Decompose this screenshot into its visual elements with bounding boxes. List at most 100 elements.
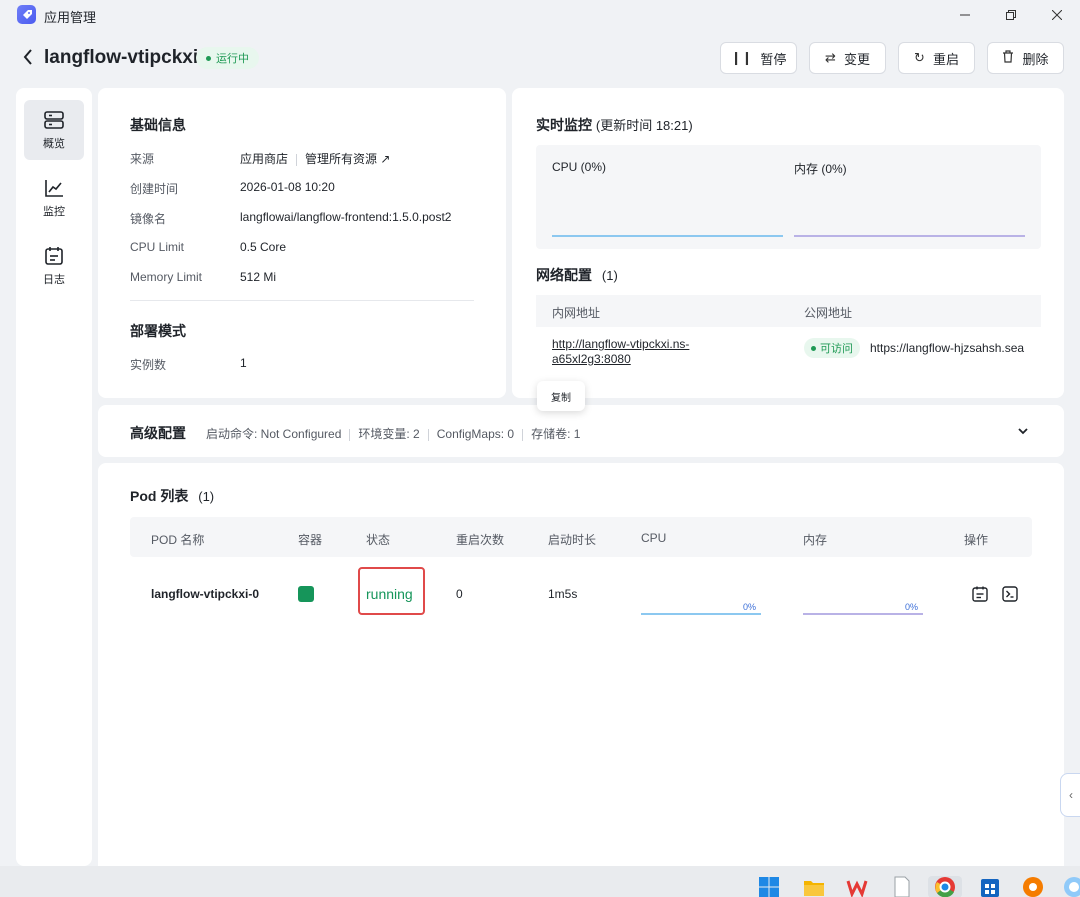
nav-item-monitor[interactable]: 监控	[24, 168, 84, 228]
restart-label: 重启	[932, 51, 959, 67]
source-label: 来源	[130, 152, 155, 166]
col-restarts: 重启次数	[456, 533, 505, 547]
monitor-chart-area	[536, 145, 1041, 249]
deploy-mode-title: 部署模式	[130, 323, 186, 339]
internal-url-link[interactable]: http://langflow-vtipckxi.ns-a65xl2g3:808…	[552, 337, 722, 367]
manage-resources-link[interactable]: 管理所有资源 ↗	[305, 152, 390, 166]
status-badge: 运行中	[196, 47, 259, 69]
left-nav: 概览 监控 日志	[16, 88, 92, 866]
store-icon[interactable]	[979, 876, 1001, 897]
pause-icon: ❙❙	[730, 50, 753, 65]
pod-terminal-icon[interactable]	[1001, 585, 1019, 603]
col-ops: 操作	[964, 533, 989, 547]
pod-logs-icon[interactable]	[971, 585, 989, 603]
nav-item-overview[interactable]: 概览	[24, 100, 84, 160]
access-text: 可访问	[820, 343, 853, 355]
mem-monitor-label: 内存 (0%)	[794, 162, 847, 176]
close-button[interactable]	[1047, 6, 1067, 24]
back-button[interactable]	[22, 48, 36, 68]
col-internal: 内网地址	[552, 306, 601, 320]
taskbar	[0, 866, 1080, 897]
col-mem: 内存	[803, 533, 828, 547]
memory-limit-value: 512 Mi	[240, 270, 277, 284]
divider	[427, 428, 429, 441]
pod-count: (1)	[198, 489, 215, 504]
minimize-button[interactable]	[955, 6, 975, 24]
cpu-monitor-line	[552, 235, 783, 237]
delete-button[interactable]: 删除	[987, 42, 1064, 74]
env-vars: 环境变量: 2	[358, 427, 420, 441]
nav-item-logs[interactable]: 日志	[24, 236, 84, 296]
image-label: 镜像名	[130, 212, 167, 226]
file-explorer-icon[interactable]	[803, 876, 825, 897]
trash-icon	[1002, 50, 1014, 66]
monitor-updated: (更新时间 18:21)	[595, 118, 693, 133]
cpu-limit-label: CPU Limit	[130, 240, 185, 254]
source-value: 应用商店 管理所有资源 ↗	[240, 150, 390, 167]
pod-restarts: 0	[456, 587, 463, 601]
network-count: (1)	[601, 268, 618, 283]
divider	[296, 153, 298, 166]
pod-uptime: 1m5s	[548, 587, 578, 601]
mem-monitor-line	[794, 235, 1025, 237]
volumes: 存储卷: 1	[531, 427, 581, 441]
status-dot	[206, 55, 211, 61]
pause-label: 暂停	[760, 51, 787, 67]
nav-label: 监控	[43, 206, 65, 218]
col-pod-name: POD 名称	[151, 533, 205, 547]
source-text: 应用商店	[240, 152, 289, 166]
pod-name: langflow-vtipckxi-0	[151, 587, 260, 601]
network-table-header	[536, 295, 1041, 327]
title-bar: 应用管理	[0, 0, 1080, 30]
change-label: 变更	[843, 51, 870, 67]
container-status-indicator[interactable]	[298, 586, 314, 602]
advanced-title: 高级配置	[130, 425, 186, 441]
side-panel-toggle[interactable]: ‹	[1060, 773, 1080, 817]
image-value: langflowai/langflow-frontend:1.5.0.post2	[240, 210, 452, 224]
rocket-icon	[17, 5, 36, 24]
restart-icon: ↻	[914, 50, 925, 65]
chevron-down-icon[interactable]	[1017, 425, 1029, 439]
divider	[349, 428, 351, 441]
restore-button[interactable]	[1001, 6, 1021, 24]
page-title: langflow-vtipckxi	[44, 47, 199, 68]
pod-mem-pct: 0%	[905, 602, 919, 612]
pod-list-title: Pod 列表 (1)	[130, 486, 214, 506]
monitor-title-text: 实时监控	[536, 117, 592, 133]
divider	[522, 428, 524, 441]
server-icon	[44, 111, 64, 129]
access-badge: 可访问	[804, 338, 860, 358]
configmaps: ConfigMaps: 0	[436, 427, 515, 441]
pod-mem-bar	[803, 613, 923, 615]
pod-cpu-pct: 0%	[743, 602, 757, 612]
status-text: 运行中	[216, 53, 249, 65]
chevron-left-icon: ‹	[1069, 788, 1073, 802]
chevron-left-icon	[23, 49, 32, 65]
pause-button[interactable]: ❙❙ 暂停	[720, 42, 797, 74]
col-uptime: 启动时长	[548, 533, 597, 547]
window-title: 应用管理	[44, 10, 97, 25]
network-title: 网络配置 (1)	[536, 265, 618, 285]
col-container: 容器	[298, 533, 323, 547]
monitor-title: 实时监控 (更新时间 18:21)	[536, 115, 693, 135]
document-icon[interactable]	[891, 876, 913, 897]
advanced-meta: 启动命令: Not Configured 环境变量: 2 ConfigMaps: 0…	[206, 425, 580, 442]
memory-limit-label: Memory Limit	[130, 270, 203, 284]
chrome-icon[interactable]	[928, 876, 962, 897]
nav-label: 概览	[43, 138, 65, 150]
app-orange-icon[interactable]	[1022, 876, 1044, 897]
public-url-link[interactable]: https://langflow-hjzsahsh.sea	[870, 341, 1026, 355]
created-label: 创建时间	[130, 182, 179, 196]
delete-label: 删除	[1022, 51, 1049, 67]
pod-status: running	[366, 586, 413, 602]
cpu-limit-value: 0.5 Core	[240, 240, 287, 254]
instances-value: 1	[240, 356, 247, 370]
start-command: 启动命令: Not Configured	[206, 427, 342, 441]
windows-start-icon[interactable]	[758, 876, 780, 897]
copy-tooltip: 复制	[537, 381, 585, 411]
wps-icon[interactable]	[846, 876, 868, 897]
app-blue-icon[interactable]	[1063, 876, 1080, 897]
status-dot	[811, 345, 816, 351]
change-button[interactable]: ⇄ 变更	[809, 42, 886, 74]
restart-button[interactable]: ↻ 重启	[898, 42, 975, 74]
